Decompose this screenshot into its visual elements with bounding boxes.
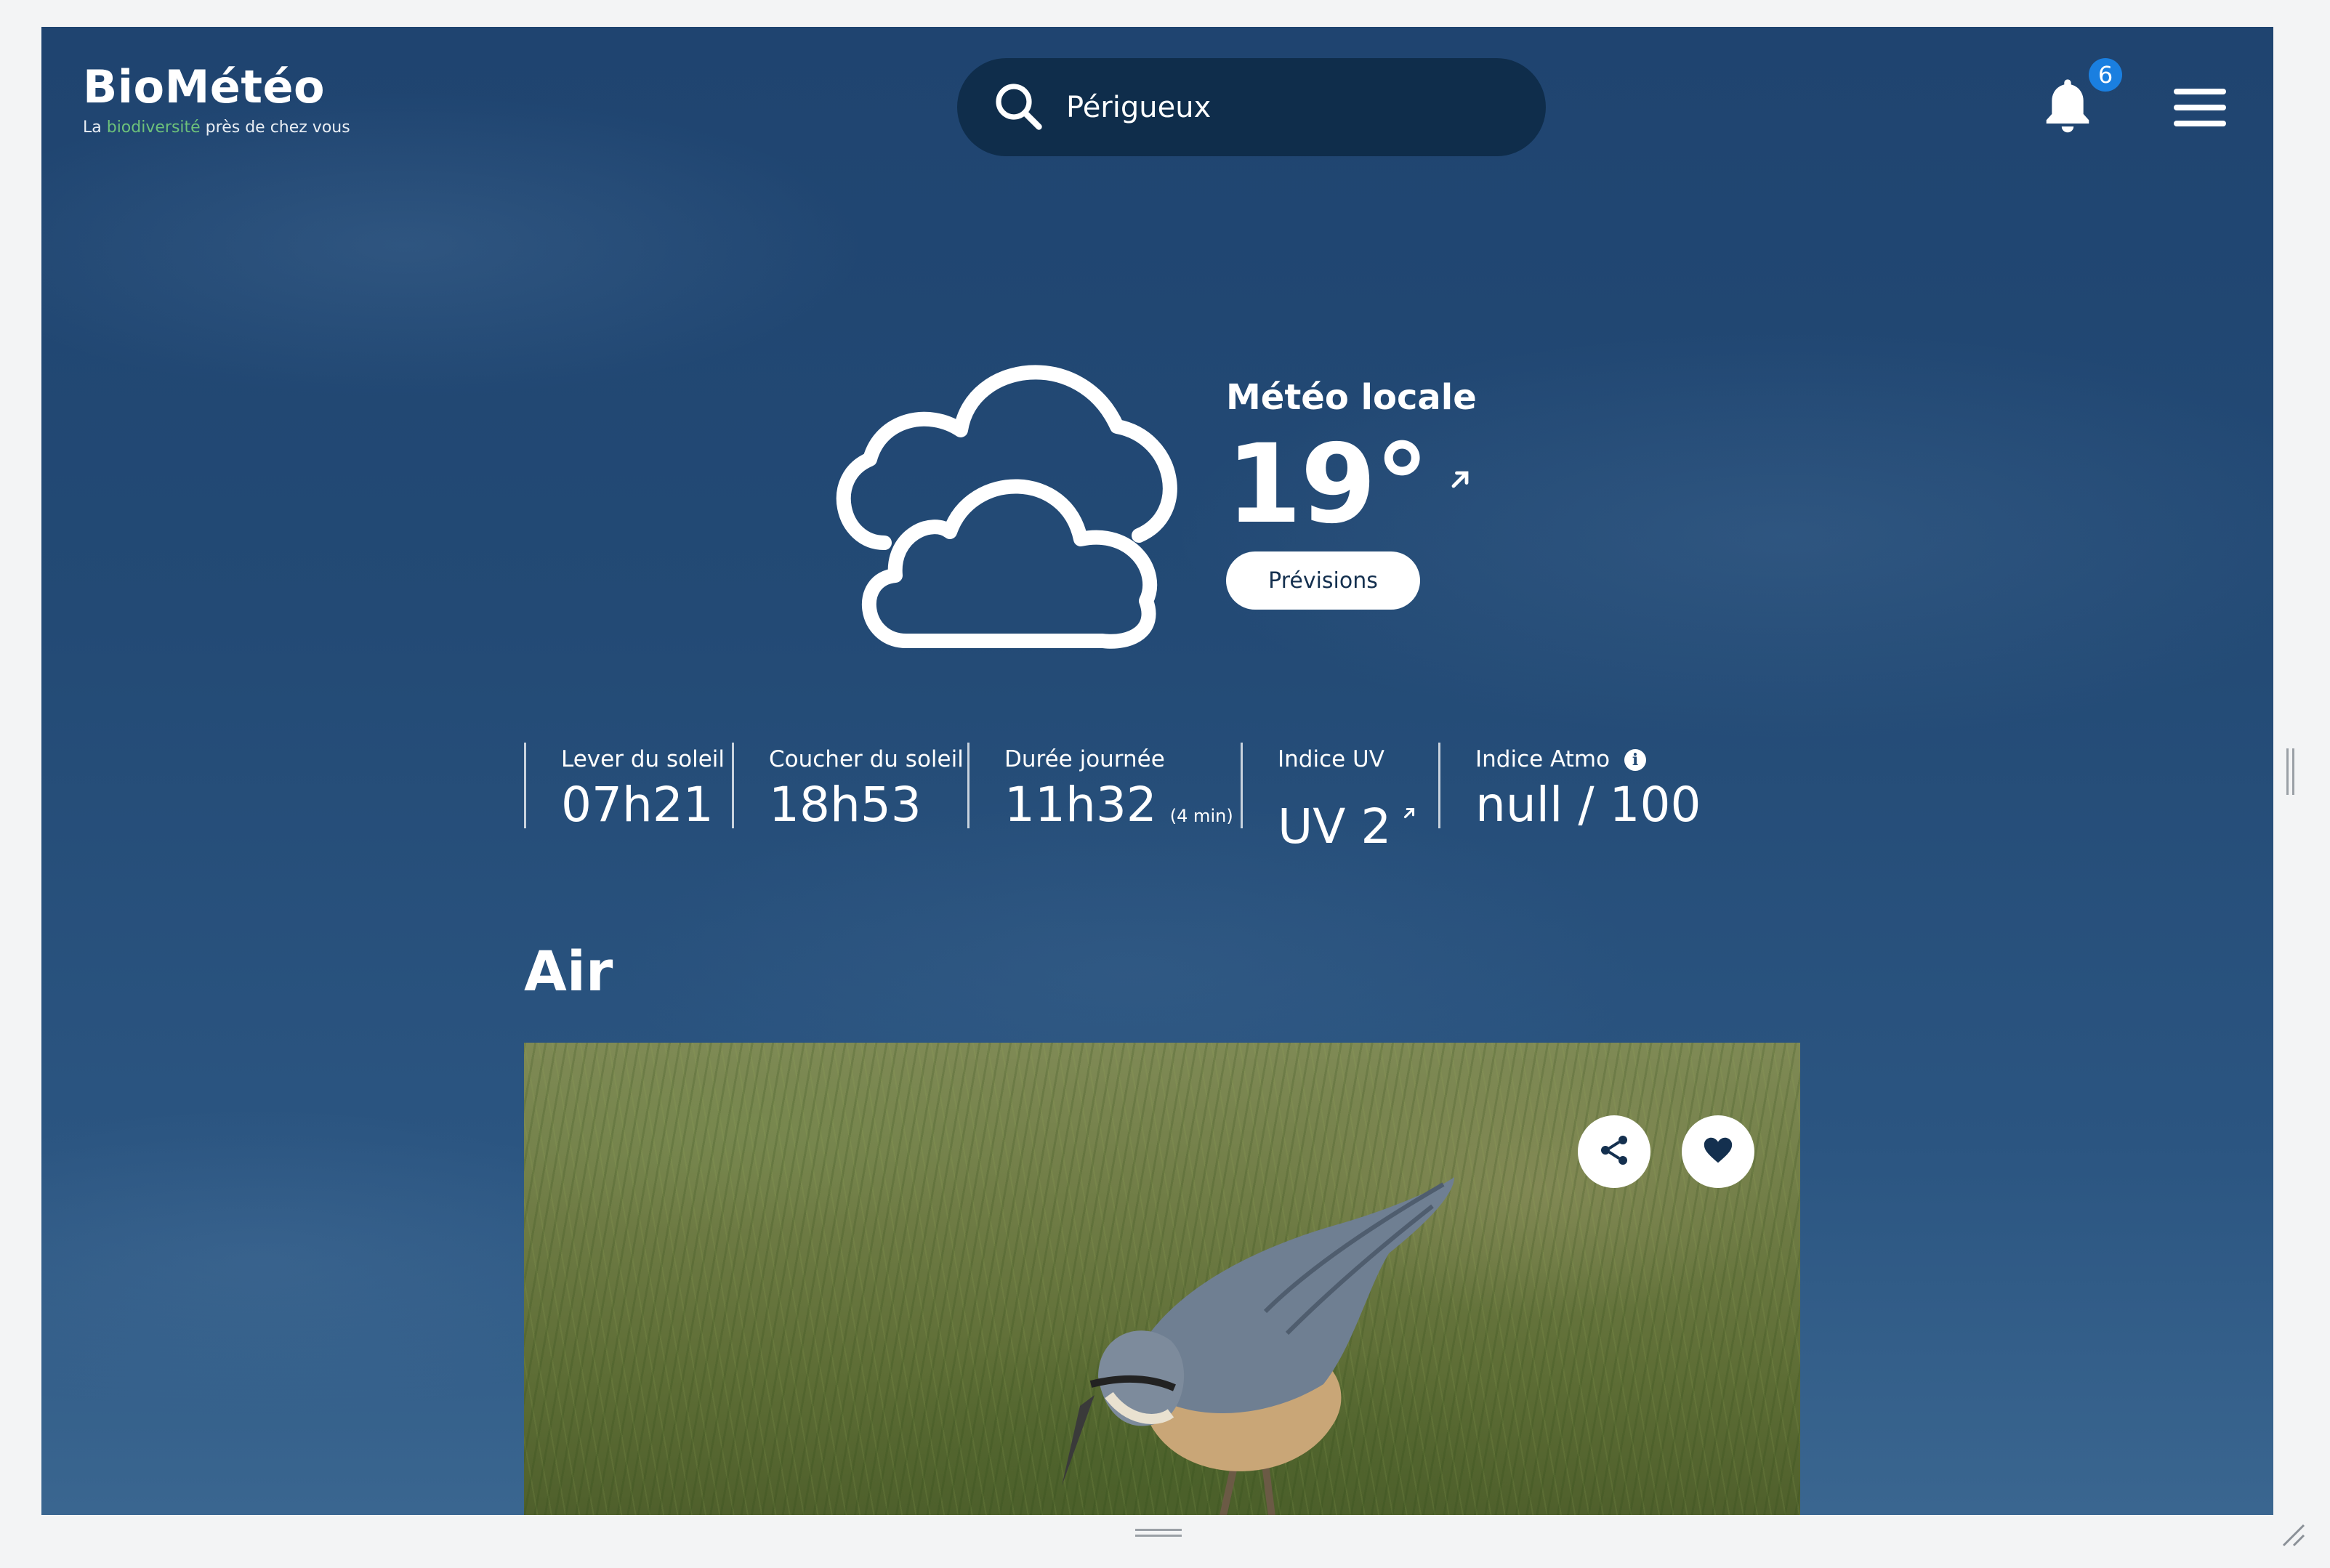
handle-line xyxy=(2292,748,2294,795)
handle-line xyxy=(1135,1535,1182,1537)
section-title: Air xyxy=(524,939,613,1003)
stat-value-wrap: 11h32 (4 min) xyxy=(1004,781,1241,829)
stat-label: Durée journée xyxy=(1004,746,1165,772)
notification-count-badge: 6 xyxy=(2089,58,2122,92)
horizontal-resize-handle[interactable] xyxy=(1135,1529,1182,1539)
bell-icon[interactable] xyxy=(2041,79,2094,139)
notifications-button[interactable] xyxy=(2041,76,2100,142)
menu-line xyxy=(2174,89,2226,94)
stats-row: Lever du soleil 07h21 Coucher du soleil … xyxy=(524,743,1729,851)
stat-label: Lever du soleil xyxy=(561,746,725,772)
species-photo-card[interactable] xyxy=(524,1043,1800,1515)
stat-label: Indice Atmo xyxy=(1475,746,1611,772)
handle-line xyxy=(2286,748,2289,795)
stat-sunset: Coucher du soleil 18h53 xyxy=(732,743,967,833)
stat-label-wrap: Indice Atmo i xyxy=(1475,748,1729,771)
arrow-up-right-icon xyxy=(1447,466,1473,496)
logo-tagline-prefix: La xyxy=(83,118,107,137)
forecast-button[interactable]: Prévisions xyxy=(1226,551,1420,610)
stat-sunrise: Lever du soleil 07h21 xyxy=(524,743,732,833)
search-bar[interactable]: Périgueux xyxy=(957,58,1546,156)
stat-day-length: Durée journée 11h32 (4 min) xyxy=(967,743,1241,829)
temperature-row: 19° xyxy=(1226,430,1473,539)
nuthatch-bird-photo xyxy=(1062,1177,1454,1515)
hamburger-menu-icon[interactable] xyxy=(2174,89,2226,129)
logo-tagline: La biodiversité près de chez vous xyxy=(83,118,350,137)
heart-icon xyxy=(1701,1133,1735,1170)
stat-uv-index: Indice UV UV 2 xyxy=(1241,743,1438,851)
menu-line xyxy=(2174,105,2226,110)
cloudy-icon xyxy=(812,332,1219,659)
handle-line xyxy=(1135,1529,1182,1531)
stat-atmo-index: Indice Atmo i null / 100 xyxy=(1438,743,1729,833)
share-button[interactable] xyxy=(1578,1115,1650,1188)
logo-tagline-accent: biodiversité xyxy=(106,118,201,137)
logo-tagline-suffix: près de chez vous xyxy=(200,118,350,137)
stat-value: UV 2 xyxy=(1278,799,1392,854)
logo-title: BioMétéo xyxy=(83,60,326,113)
stat-value: 07h21 xyxy=(561,777,714,833)
search-icon[interactable] xyxy=(992,80,1044,135)
stat-delta: (4 min) xyxy=(1169,806,1233,826)
info-icon[interactable]: i xyxy=(1624,748,1647,771)
stat-label: Indice UV xyxy=(1278,746,1384,772)
arrow-up-right-icon xyxy=(1401,781,1417,829)
share-icon xyxy=(1597,1133,1632,1171)
menu-line xyxy=(2174,121,2226,126)
favorite-button[interactable] xyxy=(1682,1115,1754,1188)
logo[interactable]: BioMétéo La biodiversité près de chez vo… xyxy=(83,65,350,137)
temperature-value: 19° xyxy=(1226,421,1430,548)
stat-value: null / 100 xyxy=(1475,777,1701,833)
app-window: BioMétéo La biodiversité près de chez vo… xyxy=(41,27,2273,1515)
stat-value-wrap: UV 2 xyxy=(1278,781,1438,851)
weather-label: Météo locale xyxy=(1226,377,1477,418)
stat-value: 11h32 xyxy=(1004,777,1157,833)
stat-value: 18h53 xyxy=(769,777,922,833)
resize-grip-icon[interactable] xyxy=(2281,1522,2305,1547)
stat-label: Coucher du soleil xyxy=(769,746,964,772)
vertical-resize-handle[interactable] xyxy=(2286,748,2297,795)
search-input[interactable]: Périgueux xyxy=(1066,91,1211,124)
